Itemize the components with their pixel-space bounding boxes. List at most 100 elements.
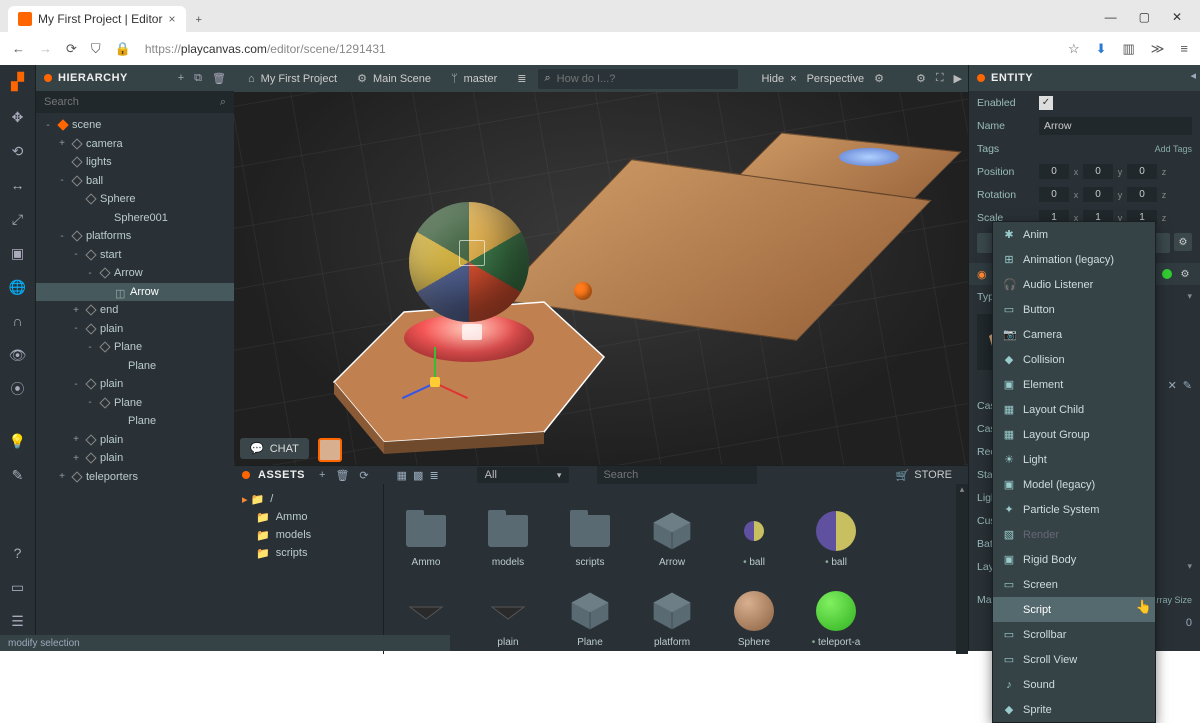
assets-scrollbar[interactable]: ▴ <box>956 484 968 654</box>
asset-item[interactable]: Sphere <box>714 570 794 648</box>
tree-item[interactable]: lights <box>36 153 234 172</box>
menu-item-button[interactable]: ▭Button <box>993 297 1155 322</box>
menu-item-layout-group[interactable]: ▦Layout Group <box>993 422 1155 447</box>
tree-item[interactable]: -platforms <box>36 227 234 246</box>
chevron-down-icon[interactable]: ▾ <box>1187 291 1192 302</box>
asset-item[interactable]: Ammo <box>386 490 466 568</box>
asset-item[interactable]: ball <box>714 490 794 568</box>
asset-item[interactable]: Plane <box>550 570 630 648</box>
menu-item-sprite[interactable]: ◆Sprite <box>993 697 1155 722</box>
hierarchy-search-input[interactable] <box>44 96 220 108</box>
menu-item-anim[interactable]: ✱Anim <box>993 222 1155 247</box>
asset-filter[interactable]: All▾ <box>477 467 570 483</box>
minimize-icon[interactable]: — <box>1105 10 1117 24</box>
toggle-icon[interactable]: - <box>84 397 96 408</box>
breadcrumb-project[interactable]: ⌂My First Project <box>240 69 345 89</box>
tab-close-icon[interactable]: × <box>168 12 175 26</box>
asset-item[interactable]: teleport-a <box>796 570 876 648</box>
component-enabled-icon[interactable] <box>1162 269 1172 279</box>
menu-item-sound[interactable]: ♪Sound <box>993 672 1155 697</box>
rot-y[interactable] <box>1083 187 1113 202</box>
toggle-icon[interactable]: + <box>70 453 82 464</box>
toggle-icon[interactable]: - <box>56 231 68 242</box>
entity-name-input[interactable] <box>1039 117 1192 135</box>
collapse-panel-icon[interactable]: ◂ <box>1190 69 1196 82</box>
toggle-icon[interactable]: - <box>70 379 82 390</box>
star-icon[interactable]: ☆ <box>1068 41 1080 57</box>
toggle-icon[interactable]: - <box>70 323 82 334</box>
move-tool-icon[interactable]: ✥ <box>8 107 28 127</box>
asset-item[interactable]: plain <box>468 570 548 648</box>
duplicate-icon[interactable]: ⧉ <box>194 72 202 85</box>
hierarchy-search[interactable]: ⌕ <box>36 91 234 113</box>
library-icon[interactable]: ▥ <box>1123 41 1135 57</box>
folder-root[interactable]: ▸ 📁/ <box>242 490 375 508</box>
help-search[interactable]: ⌕ <box>538 69 738 89</box>
menu-item-element[interactable]: ▣Element <box>993 372 1155 397</box>
remove-asset-icon[interactable]: ✕ <box>1168 379 1177 392</box>
tree-item[interactable]: -plain <box>36 320 234 339</box>
folder-item[interactable]: 📁scripts <box>242 544 375 562</box>
add-asset-icon[interactable]: + <box>319 469 325 482</box>
resize-tool-icon[interactable]: ⤢ <box>8 209 28 229</box>
chat-toggle[interactable]: 💬CHAT <box>240 438 309 459</box>
gizmo-origin[interactable] <box>430 377 440 387</box>
element-tool-icon[interactable]: ▣ <box>8 243 28 263</box>
menu-item-light[interactable]: ☀Light <box>993 447 1155 472</box>
toggle-icon[interactable]: - <box>42 120 54 131</box>
asset-folder-tree[interactable]: ▸ 📁/ 📁Ammo📁models📁scripts <box>234 484 384 654</box>
toggle-icon[interactable]: + <box>70 434 82 445</box>
url[interactable]: https://playcanvas.com/editor/scene/1291… <box>145 42 386 56</box>
tree-item[interactable]: +end <box>36 301 234 320</box>
toggle-icon[interactable]: + <box>56 138 68 149</box>
focus-tool-icon[interactable]: ⦿ <box>8 379 28 399</box>
toggle-icon[interactable]: + <box>70 305 82 316</box>
toggle-icon[interactable]: - <box>70 249 82 260</box>
tree-item[interactable]: Sphere <box>36 190 234 209</box>
server-icon[interactable]: ☰ <box>8 611 28 631</box>
branch-selector[interactable]: ᛘmaster <box>443 69 505 89</box>
download-icon[interactable]: ⬇ <box>1096 41 1107 57</box>
grid-large-icon[interactable]: ▦ <box>397 469 407 482</box>
rot-x[interactable] <box>1039 187 1069 202</box>
asset-item[interactable]: models <box>468 490 548 568</box>
fullscreen-icon[interactable]: ⛶ <box>936 72 944 85</box>
toggle-icon[interactable]: - <box>84 342 96 353</box>
viewport[interactable]: 💬CHAT <box>234 92 968 465</box>
camera-settings-icon[interactable]: ⚙ <box>874 72 884 85</box>
tree-item[interactable]: -scene <box>36 116 234 135</box>
lightbulb-icon[interactable]: 💡 <box>8 431 28 451</box>
tree-item[interactable]: +plain <box>36 449 234 468</box>
folder-item[interactable]: 📁Ammo <box>242 508 375 526</box>
grid-small-icon[interactable]: ▩ <box>413 469 423 482</box>
reload-icon[interactable]: ⟳ <box>66 41 77 57</box>
toggle-icon[interactable]: - <box>84 268 96 279</box>
store-button[interactable]: 🛒STORE <box>888 469 960 482</box>
tree-item[interactable]: -Plane <box>36 338 234 357</box>
edit-icon[interactable]: ✎ <box>8 465 28 485</box>
logo-icon[interactable]: ▞ <box>7 71 29 93</box>
asset-item[interactable]: platform <box>632 570 712 648</box>
user-avatar[interactable] <box>318 438 342 462</box>
asset-item[interactable]: ball <box>796 490 876 568</box>
menu-item-particle-system[interactable]: ✦Particle System <box>993 497 1155 522</box>
close-window-icon[interactable]: ✕ <box>1172 10 1182 24</box>
list-view-icon[interactable]: ≣ <box>429 469 438 482</box>
tree-item[interactable]: +plain <box>36 431 234 450</box>
play-icon[interactable]: ▶ <box>954 72 962 85</box>
settings-icon[interactable]: ⚙ <box>916 72 926 85</box>
menu-item-scrollbar[interactable]: ▭Scrollbar <box>993 622 1155 647</box>
add-entity-icon[interactable]: + <box>178 72 184 85</box>
help-icon[interactable]: ? <box>8 543 28 563</box>
hierarchy-tree[interactable]: -scene+cameralights-ballSphereSphere001-… <box>36 113 234 651</box>
shield-icon[interactable]: ⛉ <box>91 41 101 57</box>
visibility-tool-icon[interactable]: 👁 <box>8 345 28 365</box>
menu-item-screen[interactable]: ▭Screen <box>993 572 1155 597</box>
pos-y[interactable] <box>1083 164 1113 179</box>
hide-button[interactable]: Hide × <box>761 73 796 85</box>
asset-search-input[interactable] <box>597 466 757 484</box>
scale-tool-icon[interactable]: ↔ <box>8 175 28 195</box>
rot-z[interactable] <box>1127 187 1157 202</box>
asset-item[interactable]: Arrow <box>632 490 712 568</box>
menu-item-rigid-body[interactable]: ▣Rigid Body <box>993 547 1155 572</box>
